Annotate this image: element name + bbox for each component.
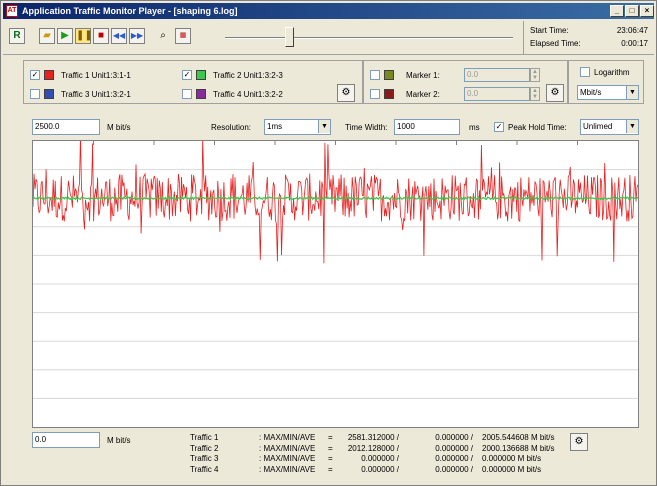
marker1-field[interactable]: 0.0: [464, 68, 530, 82]
logarithm-checkbox[interactable]: [580, 67, 590, 77]
find-icon[interactable]: ⌕: [155, 28, 171, 44]
app-icon: AT: [6, 5, 18, 17]
elapsed-time-value: 0:00:17: [621, 39, 648, 48]
stat-label: : MAX/MIN/AVE: [259, 464, 316, 474]
stat-name: Traffic 3: [190, 454, 219, 463]
app-window: AT Application Traffic Monitor Player - …: [0, 0, 657, 486]
marker2-field[interactable]: 0.0: [464, 87, 530, 101]
fast-forward-icon[interactable]: ▶▶: [129, 28, 145, 44]
peak-hold-value: Unlimed: [583, 122, 613, 131]
options-panel: Logarithm Mbit/s ▼: [568, 60, 644, 104]
open-folder-icon[interactable]: ▰: [39, 28, 55, 44]
traffic2-color-swatch: [196, 70, 206, 80]
marker2-color-swatch: [384, 89, 394, 99]
rewind-icon[interactable]: ◀◀: [111, 28, 127, 44]
ymax-unit-label: M bit/s: [107, 123, 131, 132]
stat-min: 0.000000 /: [435, 454, 473, 463]
stat-ave: 2000.136688 M bit/s: [482, 443, 555, 453]
stat-ave: 2005.544608 M bit/s: [482, 433, 555, 442]
traffic1-label: Traffic 1 Unit1:3:1-1: [61, 71, 131, 80]
stat-min: 0.000000 /: [435, 433, 473, 442]
marker2-checkbox[interactable]: [370, 89, 380, 99]
slider-thumb[interactable]: [285, 27, 294, 47]
marker-color-settings-icon[interactable]: ⚙: [546, 84, 564, 102]
traffic4-label: Traffic 4 Unit1:3:2-2: [213, 90, 283, 99]
stat-name: Traffic 2: [190, 443, 219, 453]
traffic4-checkbox[interactable]: [182, 89, 192, 99]
minimize-button[interactable]: _: [610, 5, 624, 17]
peak-hold-select[interactable]: Unlimed ▼: [580, 119, 639, 135]
maximize-button[interactable]: □: [625, 5, 639, 17]
playback-slider[interactable]: [225, 37, 513, 39]
traffic3-checkbox[interactable]: [30, 89, 40, 99]
time-width-unit: ms: [469, 123, 480, 132]
marker2-label: Marker 2:: [406, 90, 440, 99]
traffic3-label: Traffic 3 Unit1:3:2-1: [61, 90, 131, 99]
stat-min: 0.000000 /: [435, 464, 473, 474]
unit-select-value: Mbit/s: [580, 88, 602, 97]
resolution-select[interactable]: 1ms ▼: [264, 119, 331, 135]
stat-max: 0.000000 /: [361, 464, 399, 474]
resolution-value: 1ms: [267, 122, 283, 131]
close-button[interactable]: ×: [640, 5, 654, 17]
chevron-down-icon[interactable]: ▼: [626, 86, 638, 99]
ymin-field[interactable]: 0.0: [32, 432, 100, 448]
marker1-spinner[interactable]: ▲ ▼: [530, 68, 540, 82]
time-panel: Start Time: 23:06:47 Elapsed Time: 0:00:…: [523, 21, 654, 55]
start-time-label: Start Time:: [530, 26, 569, 35]
stat-label: : MAX/MIN/AVE: [259, 443, 316, 453]
traffic1-checkbox[interactable]: ✓: [30, 70, 40, 80]
traffic4-color-swatch: [196, 89, 206, 99]
stat-ave: 0.000000 M bit/s: [482, 464, 542, 474]
play-icon[interactable]: ▶: [57, 28, 73, 44]
stat-name: Traffic 1: [190, 433, 219, 442]
stat-min: 0.000000 /: [435, 443, 473, 453]
window-title: Application Traffic Monitor Player - [sh…: [22, 6, 238, 16]
ymax-field[interactable]: 2500.0: [32, 119, 100, 135]
traffic2-checkbox[interactable]: ✓: [182, 70, 192, 80]
auto-icon[interactable]: ▦: [175, 28, 191, 44]
traffic-color-settings-icon[interactable]: ⚙: [337, 84, 355, 102]
peak-hold-label: Peak Hold Time:: [508, 123, 567, 132]
time-width-field[interactable]: 1000: [394, 119, 460, 135]
marker2-spinner[interactable]: ▲ ▼: [530, 87, 540, 101]
logarithm-label: Logarithm: [594, 68, 630, 77]
stop-icon[interactable]: ■: [93, 28, 109, 44]
traffic2-label: Traffic 2 Unit1:3:2-3: [213, 71, 283, 80]
stat-ave: 0.000000 M bit/s: [482, 454, 542, 463]
marker1-checkbox[interactable]: [370, 70, 380, 80]
stat-max: 0.000000 /: [361, 454, 399, 463]
traffic-plot: [32, 134, 639, 428]
marker1-color-swatch: [384, 70, 394, 80]
title-bar: AT Application Traffic Monitor Player - …: [3, 3, 654, 19]
statistics-settings-icon[interactable]: ⚙: [570, 433, 588, 451]
traffic1-color-swatch: [44, 70, 54, 80]
traffic3-color-swatch: [44, 89, 54, 99]
report-icon[interactable]: R: [9, 28, 25, 44]
chevron-down-icon[interactable]: ▼: [626, 120, 638, 133]
peak-hold-checkbox[interactable]: ✓: [494, 122, 504, 132]
stat-label: : MAX/MIN/AVE: [259, 433, 316, 442]
chevron-down-icon[interactable]: ▼: [318, 120, 330, 133]
start-time-value: 23:06:47: [616, 26, 648, 35]
stat-label: : MAX/MIN/AVE: [259, 454, 316, 463]
traffic-selection-panel: ✓ Traffic 1 Unit1:3:1-1 ✓ Traffic 2 Unit…: [23, 60, 363, 104]
toolbar: R ▰ ▶ ❚❚ ■ ◀◀ ▶▶ ⌕ ▦ Start Time: 23:06:4…: [3, 21, 654, 55]
stat-max: 2012.128000 /: [347, 443, 399, 453]
stat-name: Traffic 4: [190, 464, 219, 474]
stat-max: 2581.312000 /: [347, 433, 399, 442]
time-width-label: Time Width:: [345, 123, 388, 132]
elapsed-time-label: Elapsed Time:: [530, 39, 581, 48]
plot-canvas: [32, 134, 639, 399]
marker-panel: Marker 1: 0.0 ▲ ▼ Marker 2: 0.0 ▲ ▼ ⚙: [363, 60, 568, 104]
series-line-1: [32, 134, 639, 264]
ymin-unit-label: M bit/s: [107, 436, 131, 445]
marker1-label: Marker 1:: [406, 71, 440, 80]
pause-icon[interactable]: ❚❚: [75, 28, 93, 44]
resolution-label: Resolution:: [211, 123, 252, 132]
unit-select[interactable]: Mbit/s ▼: [577, 85, 639, 100]
